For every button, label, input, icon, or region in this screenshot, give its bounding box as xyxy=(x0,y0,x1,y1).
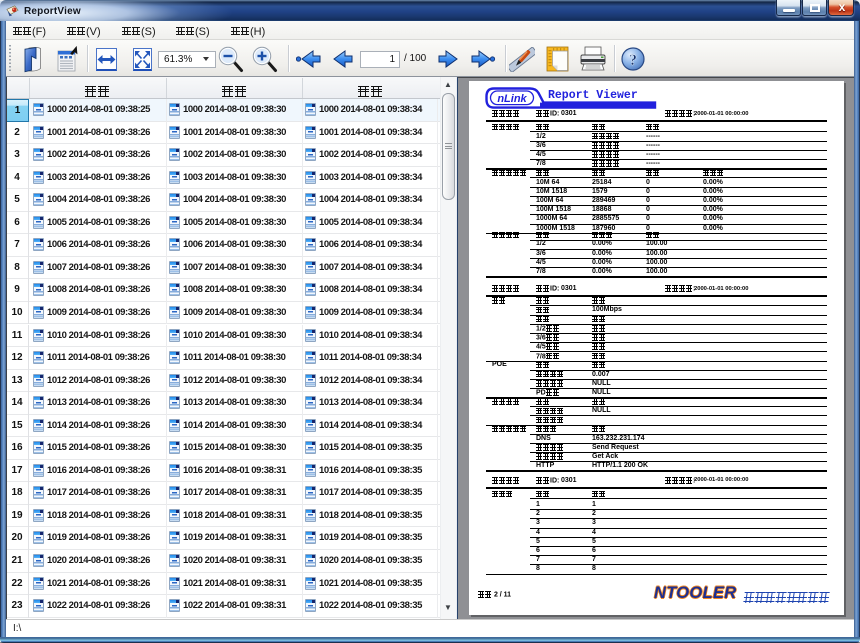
svg-text:nLink: nLink xyxy=(497,93,527,105)
svg-text:?: ? xyxy=(629,52,637,69)
